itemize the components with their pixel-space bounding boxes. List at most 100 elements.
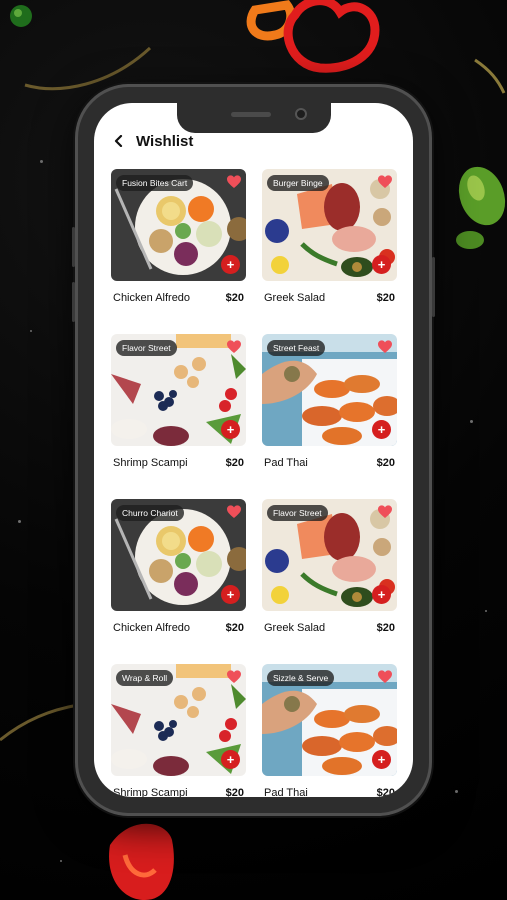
add-to-cart-button[interactable]: + bbox=[221, 420, 240, 439]
favorite-button[interactable] bbox=[377, 174, 393, 190]
add-to-cart-button[interactable]: + bbox=[372, 255, 391, 274]
vendor-badge: Flavor Street bbox=[116, 340, 177, 356]
wishlist-card[interactable]: Street Feast + Pad Thai $20 bbox=[262, 334, 397, 469]
wishlist-card[interactable]: Fusion Bites Cart + Chicken Alfredo $20 bbox=[111, 169, 246, 304]
wishlist-grid: Fusion Bites Cart + Chicken Alfredo $20 bbox=[111, 169, 397, 797]
food-image[interactable]: Burger Binge + bbox=[262, 169, 397, 281]
card-meta: Greek Salad $20 bbox=[262, 622, 397, 634]
favorite-button[interactable] bbox=[226, 504, 242, 520]
card-meta: Pad Thai $20 bbox=[262, 457, 397, 469]
vendor-badge: Churro Chariot bbox=[116, 505, 184, 521]
item-name: Greek Salad bbox=[264, 622, 326, 634]
item-price: $20 bbox=[225, 787, 244, 797]
favorite-button[interactable] bbox=[226, 669, 242, 685]
herb-bottom-decoration bbox=[0, 703, 79, 742]
item-name: Pad Thai bbox=[264, 457, 308, 469]
page-title: Wishlist bbox=[136, 132, 194, 150]
item-name: Greek Salad bbox=[264, 292, 326, 304]
wishlist-card[interactable]: Flavor Street + Shrimp Scampi $20 bbox=[111, 334, 246, 469]
wishlist-card[interactable]: Burger Binge + Greek Salad $20 bbox=[262, 169, 397, 304]
plus-icon: + bbox=[377, 422, 386, 437]
wishlist-card[interactable]: Sizzle & Serve + Pad Thai $20 bbox=[262, 664, 397, 797]
add-to-cart-button[interactable]: + bbox=[372, 420, 391, 439]
food-image[interactable]: Sizzle & Serve + bbox=[262, 664, 397, 776]
card-meta: Chicken Alfredo $20 bbox=[111, 292, 246, 304]
add-to-cart-button[interactable]: + bbox=[221, 585, 240, 604]
favorite-button[interactable] bbox=[377, 339, 393, 355]
green-chili-decoration bbox=[456, 166, 506, 249]
power-button bbox=[432, 257, 435, 317]
plus-icon: + bbox=[377, 752, 386, 767]
item-price: $20 bbox=[376, 457, 395, 469]
camera bbox=[295, 108, 307, 120]
item-name: Chicken Alfredo bbox=[113, 292, 191, 304]
wishlist-card[interactable]: Churro Chariot + Chicken Alfredo $20 bbox=[111, 499, 246, 634]
add-to-cart-button[interactable]: + bbox=[221, 750, 240, 769]
speck bbox=[30, 330, 32, 332]
item-price: $20 bbox=[225, 457, 244, 469]
plus-icon: + bbox=[377, 257, 386, 272]
speaker bbox=[231, 112, 271, 117]
food-image[interactable]: Churro Chariot + bbox=[111, 499, 246, 611]
food-image[interactable]: Flavor Street + bbox=[111, 334, 246, 446]
food-image[interactable]: Street Feast + bbox=[262, 334, 397, 446]
add-to-cart-button[interactable]: + bbox=[221, 255, 240, 274]
item-price: $20 bbox=[376, 622, 395, 634]
heart-icon bbox=[378, 505, 392, 518]
plus-icon: + bbox=[226, 422, 235, 437]
vendor-badge: Sizzle & Serve bbox=[267, 670, 335, 686]
speck bbox=[485, 610, 487, 612]
heart-icon bbox=[227, 175, 241, 188]
favorite-button[interactable] bbox=[226, 339, 242, 355]
speck bbox=[40, 160, 43, 163]
heart-icon bbox=[227, 505, 241, 518]
favorite-button[interactable] bbox=[377, 669, 393, 685]
speck bbox=[455, 790, 458, 793]
add-to-cart-button[interactable]: + bbox=[372, 585, 391, 604]
plus-icon: + bbox=[226, 257, 235, 272]
vendor-badge: Wrap & Roll bbox=[116, 670, 174, 686]
card-meta: Pad Thai $20 bbox=[262, 787, 397, 797]
vendor-badge: Flavor Street bbox=[267, 505, 328, 521]
plus-icon: + bbox=[226, 587, 235, 602]
chevron-left-icon bbox=[114, 135, 123, 147]
heart-icon bbox=[378, 175, 392, 188]
card-meta: Chicken Alfredo $20 bbox=[111, 622, 246, 634]
favorite-button[interactable] bbox=[377, 504, 393, 520]
item-name: Pad Thai bbox=[264, 787, 308, 797]
vendor-badge: Street Feast bbox=[267, 340, 326, 356]
vendor-badge: Fusion Bites Cart bbox=[116, 175, 194, 191]
item-price: $20 bbox=[225, 622, 244, 634]
food-image[interactable]: Fusion Bites Cart + bbox=[111, 169, 246, 281]
tomato-decoration bbox=[109, 823, 174, 900]
item-price: $20 bbox=[376, 292, 395, 304]
item-name: Shrimp Scampi bbox=[113, 457, 188, 469]
stem-decoration bbox=[474, 58, 506, 94]
food-image[interactable]: Wrap & Roll + bbox=[111, 664, 246, 776]
plus-icon: + bbox=[226, 752, 235, 767]
item-price: $20 bbox=[376, 787, 395, 797]
card-meta: Greek Salad $20 bbox=[262, 292, 397, 304]
favorite-button[interactable] bbox=[226, 174, 242, 190]
back-button[interactable] bbox=[110, 132, 128, 150]
volume-button bbox=[72, 227, 75, 267]
volume-button bbox=[72, 282, 75, 322]
screen: Wishlist Fusion Bites Cart + Chicken Alf… bbox=[94, 103, 413, 797]
wishlist-card[interactable]: Wrap & Roll + Shrimp Scampi $20 bbox=[111, 664, 246, 797]
phone-frame: Wishlist Fusion Bites Cart + Chicken Alf… bbox=[72, 84, 435, 816]
add-to-cart-button[interactable]: + bbox=[372, 750, 391, 769]
wishlist-card[interactable]: Flavor Street + Greek Salad $20 bbox=[262, 499, 397, 634]
item-name: Chicken Alfredo bbox=[113, 622, 191, 634]
heart-icon bbox=[227, 670, 241, 683]
speck bbox=[18, 520, 21, 523]
speck bbox=[470, 420, 473, 423]
notch bbox=[177, 103, 331, 133]
pepper-rings-decoration bbox=[246, 0, 380, 73]
heart-icon bbox=[227, 340, 241, 353]
card-meta: Shrimp Scampi $20 bbox=[111, 457, 246, 469]
food-image[interactable]: Flavor Street + bbox=[262, 499, 397, 611]
green-pepper-decoration bbox=[10, 5, 32, 27]
item-name: Shrimp Scampi bbox=[113, 787, 188, 797]
heart-icon bbox=[378, 340, 392, 353]
card-meta: Shrimp Scampi $20 bbox=[111, 787, 246, 797]
